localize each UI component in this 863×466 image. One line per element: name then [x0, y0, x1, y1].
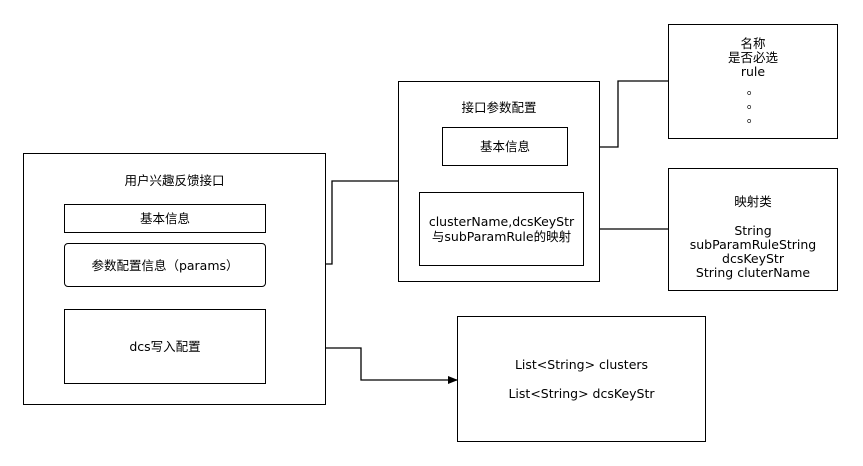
rule-line-rule: rule	[740, 64, 766, 79]
main-basic-info-label: 基本信息	[139, 211, 190, 226]
mapping-class-fields: String subParamRuleString dcsKeyStr Stri…	[669, 224, 837, 280]
dcs-write-config-box: dcs写入配置	[64, 309, 266, 384]
params-info-label: 参数配置信息（params）	[91, 257, 239, 273]
dcs-write-config-label: dcs写入配置	[129, 339, 201, 354]
main-basic-info-box: 基本信息	[64, 204, 266, 233]
rule-box: 名称 是否必选 rule 。 。 。	[668, 24, 838, 139]
rule-lines: 名称 是否必选 rule 。 。 。	[669, 37, 837, 125]
rule-line-ellipsis-1: 。	[746, 82, 760, 97]
mapping-line-2: 与subParamRule的映射	[431, 229, 572, 244]
rule-line-ellipsis-3: 。	[746, 110, 760, 125]
rule-line-name: 名称	[740, 36, 766, 51]
mapping-box: clusterName,dcsKeyStr 与subParamRule的映射	[419, 192, 584, 266]
mapping-field-clustername: String cluterName	[695, 265, 811, 280]
main-box-title: 用户兴趣反馈接口	[124, 173, 225, 188]
list-dcskeystr: List<String> dcsKeyStr	[508, 386, 655, 401]
mapping-line-1: clusterName,dcsKeyStr	[428, 214, 575, 229]
mapping-field-dcskeystr: dcsKeyStr	[722, 251, 784, 266]
interface-box-title: 接口参数配置	[461, 100, 537, 115]
mapping-class-box: 映射类 String subParamRuleString dcsKeyStr …	[668, 168, 838, 291]
mapping-class-title: 映射类	[734, 194, 772, 209]
params-info-box: 参数配置信息（params）	[64, 243, 266, 287]
rule-line-required: 是否必选	[727, 50, 778, 65]
list-clusters: List<String> clusters	[514, 357, 649, 372]
list-fields-box: List<String> clusters List<String> dcsKe…	[457, 316, 706, 442]
rule-line-ellipsis-2: 。	[746, 96, 760, 111]
list-fields-lines: List<String> clusters List<String> dcsKe…	[458, 357, 705, 402]
mapping-field-string: String	[734, 223, 772, 238]
mapping-field-subparamrule: subParamRuleString	[689, 237, 817, 252]
interface-basic-info-box: 基本信息	[442, 127, 568, 166]
interface-basic-info-label: 基本信息	[479, 139, 530, 154]
